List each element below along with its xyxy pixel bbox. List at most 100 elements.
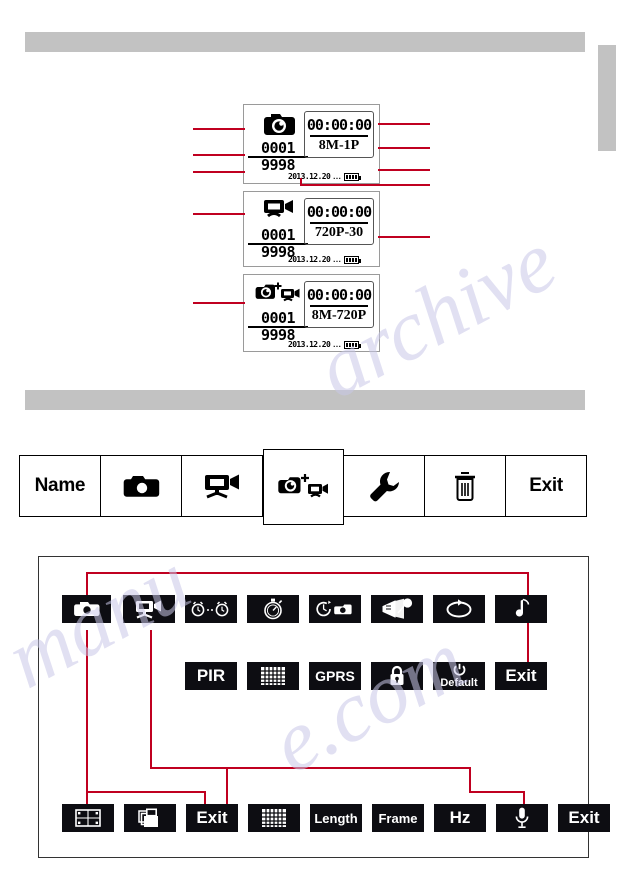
connector-top-bus	[86, 572, 528, 574]
tile-timelapse-camera[interactable]	[309, 595, 361, 623]
connector-video-down	[150, 630, 152, 768]
tile-microphone[interactable]	[496, 804, 548, 832]
power-default-stack: Default	[440, 663, 478, 689]
leader-line-photo-date	[300, 184, 430, 186]
connector-group2-tail	[469, 791, 524, 793]
lcd-panel-combo: 0001 9998 00:00:00 8M-720P 2013.12.20 ..…	[243, 274, 380, 352]
tile-default-reset[interactable]: Default	[433, 662, 485, 690]
loop-arrow-icon	[442, 598, 476, 620]
connector-group2-mid-drop	[469, 767, 471, 791]
connector-to-photo-tile	[86, 572, 88, 596]
lcd-display-section: 0001 9998 00:00:00 8M-1P 2013.12.20 ...	[0, 95, 629, 370]
tile-label-exit-photo-group: Exit	[196, 808, 228, 827]
lcd-left-column: 0001 9998	[248, 194, 308, 260]
divider	[310, 221, 368, 224]
divider	[310, 134, 368, 137]
leader-line-video-icon	[193, 213, 245, 215]
menu-cell-settings[interactable]	[344, 456, 426, 516]
leader-line-photo-battery	[378, 169, 430, 171]
video-date: 2013.12.20	[288, 255, 331, 264]
camera-icon	[72, 599, 102, 619]
video-camera-icon	[133, 598, 165, 620]
lcd-left-column: 0001 9998	[248, 277, 308, 343]
video-camera-icon	[200, 471, 244, 501]
tile-hz[interactable]: Hz	[434, 804, 486, 832]
combo-timer: 00:00:00	[306, 285, 372, 304]
tile-stopwatch-delay[interactable]	[247, 595, 299, 623]
leader-line-photo-timer	[378, 123, 430, 125]
tile-label-default: Default	[440, 677, 478, 689]
tile-gprs[interactable]: GPRS	[309, 662, 361, 690]
tile-exit-video-group[interactable]: Exit	[558, 804, 610, 832]
divider	[310, 304, 368, 307]
motion-sensor-icon	[379, 597, 415, 621]
tile-resolution[interactable]	[62, 804, 114, 832]
tile-label-gprs: GPRS	[315, 668, 355, 684]
leader-line-combo-icon	[193, 302, 245, 304]
menu-cell-combo-selected[interactable]	[262, 449, 345, 525]
tile-label-length: Length	[314, 810, 358, 826]
tile-loop-recording[interactable]	[433, 595, 485, 623]
menu-cell-photo[interactable]	[101, 456, 182, 516]
tile-label-hz: Hz	[449, 808, 471, 827]
top-menu-bar: Name Exit	[19, 449, 587, 525]
tile-video-settings[interactable]	[123, 595, 175, 623]
tile-video-resolution[interactable]	[248, 804, 300, 832]
tile-password-lock[interactable]	[371, 662, 423, 690]
lcd-info-box: 00:00:00 720P-30	[304, 198, 374, 245]
power-icon	[452, 663, 467, 677]
connector-bus-group2	[150, 767, 470, 769]
photo-count-total: 9998	[260, 156, 296, 174]
menu-cell-name[interactable]: Name	[20, 456, 101, 516]
connector-bus-group1	[86, 791, 205, 793]
tile-pir[interactable]: PIR	[185, 662, 237, 690]
wrench-icon	[366, 469, 402, 503]
menu-label-name: Name	[34, 475, 86, 496]
tile-label-exit-row2: Exit	[505, 666, 537, 685]
trash-icon	[452, 470, 478, 502]
combo-mode-label: 8M-720P	[311, 307, 367, 323]
menu-cell-video[interactable]	[182, 456, 263, 516]
leader-line-photo-icon	[193, 128, 245, 130]
microphone-icon	[513, 806, 531, 830]
settings-panel: PIR GPRS Default Exit Exit Length Frame …	[38, 556, 610, 858]
camera-icon	[248, 107, 308, 141]
camera-plus-video-icon	[276, 470, 332, 504]
lcd-info-box: 00:00:00 8M-720P	[304, 281, 374, 328]
leader-line-video-mode	[378, 236, 430, 238]
menu-cell-delete[interactable]	[425, 456, 507, 516]
leader-line-photo-count-current	[193, 154, 245, 156]
tile-label-exit-video-group: Exit	[568, 808, 600, 827]
lcd-left-column: 0001 9998	[248, 107, 308, 173]
tile-audio-sound[interactable]	[495, 595, 547, 623]
tile-frame-rate[interactable]: Frame	[372, 804, 424, 832]
lcd-status-footer: 2013.12.20 ...	[288, 255, 362, 264]
tile-label-pir: PIR	[196, 666, 226, 685]
tile-keypad[interactable]	[247, 662, 299, 690]
tile-label-frame: Frame	[378, 810, 418, 826]
video-ellipsis: ...	[333, 255, 342, 264]
combo-date: 2013.12.20	[288, 340, 331, 349]
grid-keypad-icon	[259, 665, 287, 687]
leader-line-photo-count-total	[193, 171, 245, 173]
photo-mode-label: 8M-1P	[318, 137, 360, 153]
tile-motion-sensor[interactable]	[371, 595, 423, 623]
battery-full-icon	[344, 340, 362, 349]
leader-line-photo-date-riser	[300, 178, 302, 185]
photo-date: 2013.12.20	[288, 172, 331, 181]
section-divider-gray-bar	[25, 390, 585, 410]
stopwatch-icon	[261, 597, 285, 621]
menu-cell-exit[interactable]: Exit	[506, 456, 586, 516]
tile-photo-settings[interactable]	[62, 595, 111, 623]
tile-multi-shot[interactable]	[124, 804, 176, 832]
stacked-photos-icon	[136, 806, 164, 830]
tile-exit-photo-group[interactable]: Exit	[186, 804, 238, 832]
alarm-clocks-icon	[189, 599, 233, 619]
photo-timer: 00:00:00	[306, 115, 372, 134]
tile-exit-row2[interactable]: Exit	[495, 662, 547, 690]
tile-video-length[interactable]: Length	[310, 804, 362, 832]
tile-alarm-interval[interactable]	[185, 595, 237, 623]
combo-ellipsis: ...	[333, 340, 342, 349]
camera-icon	[121, 472, 161, 500]
lcd-info-box: 00:00:00 8M-1P	[304, 111, 374, 158]
